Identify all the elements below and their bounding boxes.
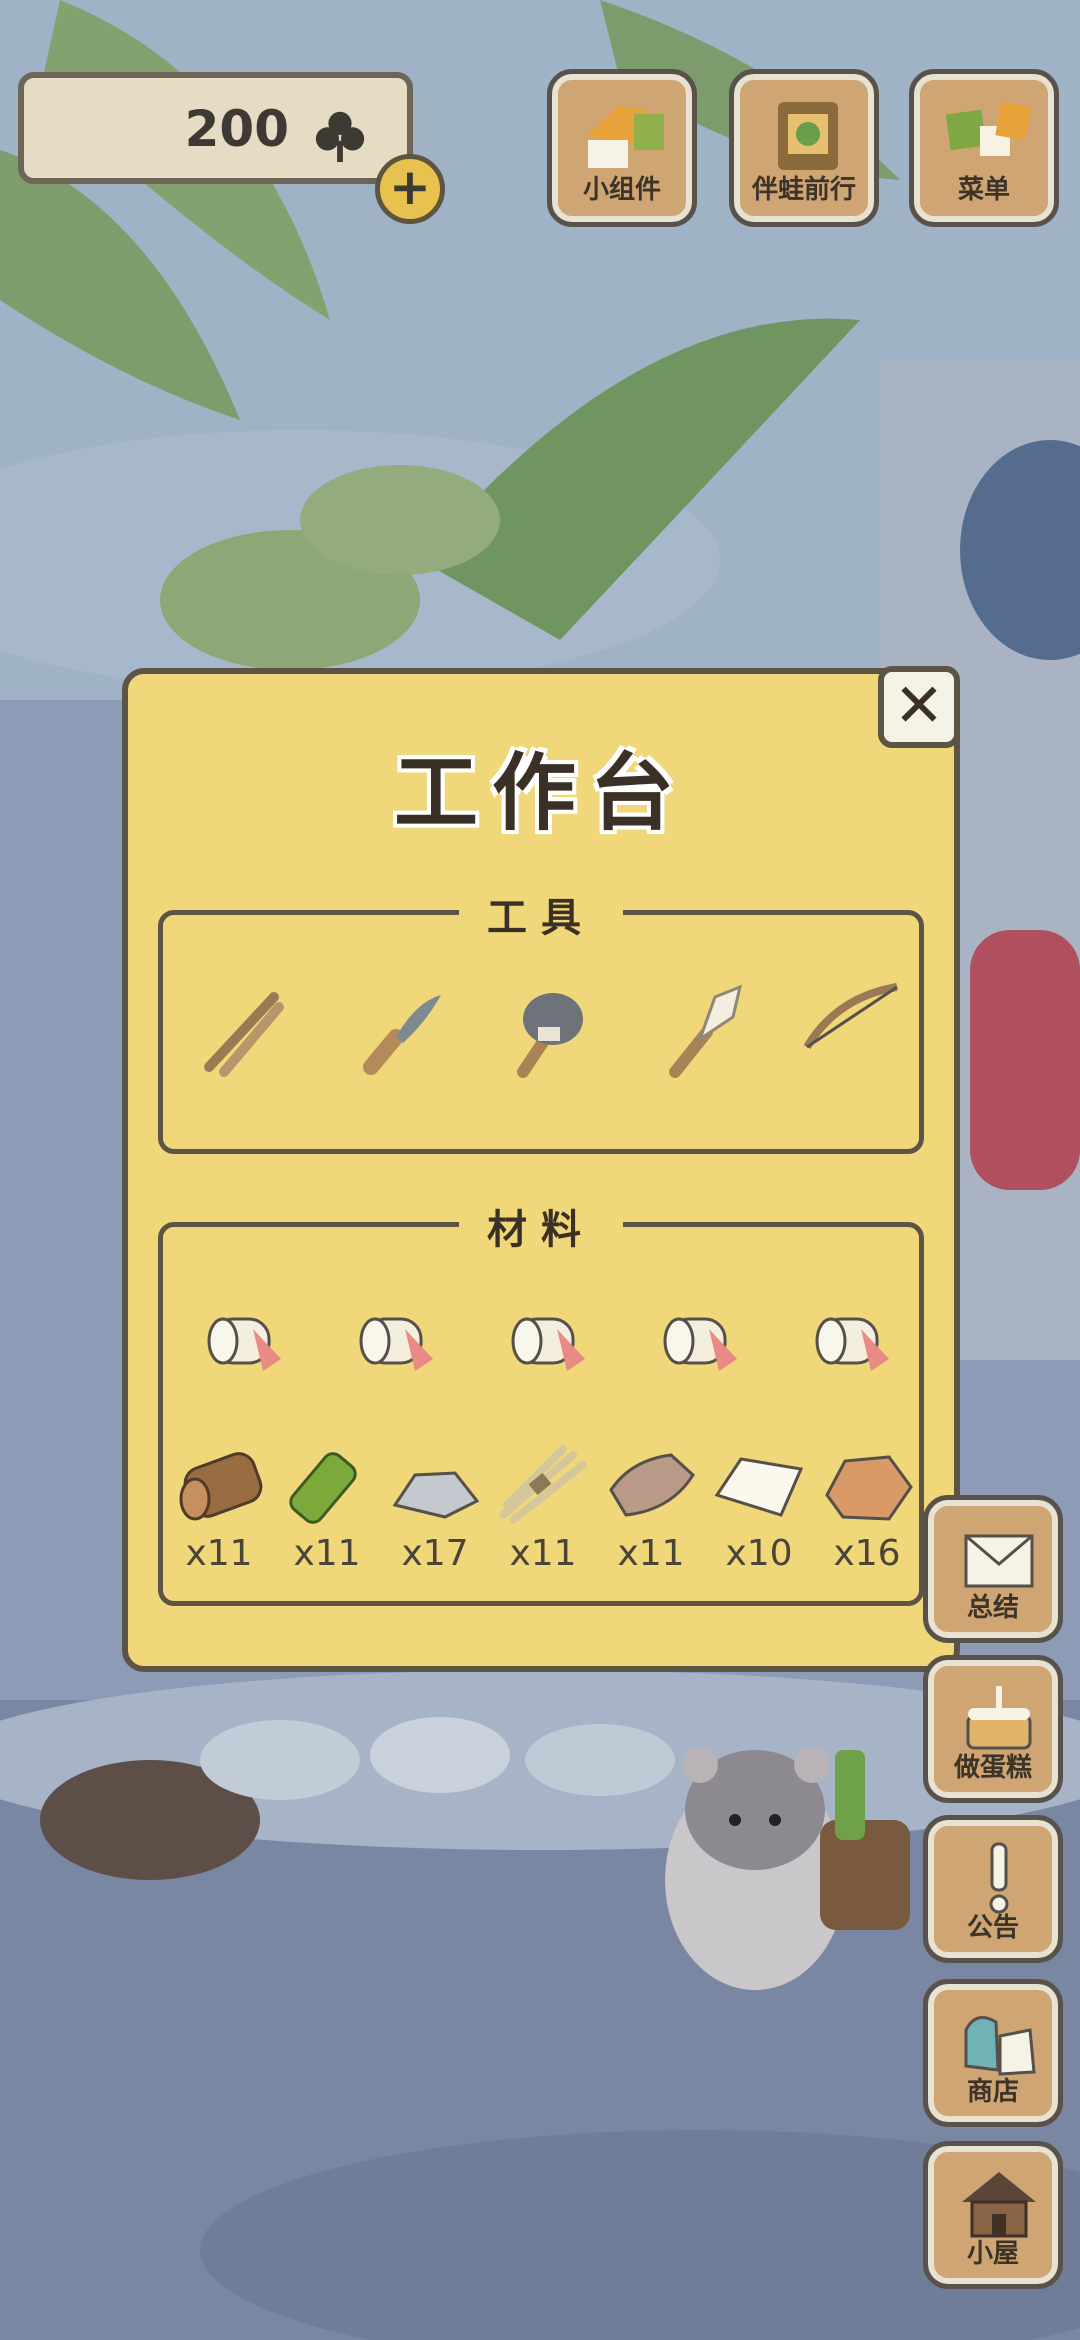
tools-panel: 工具 [158, 885, 924, 1154]
cloth-roll-icon[interactable] [345, 1289, 445, 1389]
brush-icon[interactable] [645, 977, 755, 1087]
widget-button[interactable]: 小组件 [547, 69, 697, 227]
leather-icon[interactable] [601, 1435, 701, 1535]
stone-qty: x17 [401, 1533, 469, 1574]
menu-icon [945, 101, 1031, 156]
notice-button[interactable]: 公告 [923, 1815, 1063, 1963]
currency-display: 200 [18, 72, 413, 184]
widget-label: 小组件 [582, 175, 661, 205]
stone-icon[interactable] [385, 1435, 485, 1535]
leather-qty: x11 [617, 1533, 685, 1574]
cloth-roll-icon[interactable] [497, 1289, 597, 1389]
wood-log-icon[interactable] [169, 1435, 269, 1535]
dialog-title: 工作台 [393, 744, 688, 842]
close-button[interactable]: ✕ [878, 666, 960, 748]
cloth-roll-icon[interactable] [649, 1289, 749, 1389]
straw-bundle-icon[interactable] [493, 1435, 593, 1535]
clay-icon[interactable] [817, 1435, 917, 1535]
frog-journey-button[interactable]: 伴蛙前行 [729, 69, 879, 227]
cabin-button[interactable]: 小屋 [923, 2141, 1063, 2289]
materials-panel: 材料 x11 x11 x17 x11 x11 x10 x16 [158, 1197, 924, 1606]
straw-bundle-qty: x11 [509, 1533, 577, 1574]
shop-button[interactable]: 商店 [923, 1979, 1063, 2127]
summary-button[interactable]: 总结 [923, 1495, 1063, 1643]
shears-icon[interactable] [189, 977, 299, 1087]
clover-icon [315, 111, 365, 163]
notice-label: 公告 [966, 1913, 1019, 1943]
materials-title: 材料 [459, 1197, 623, 1255]
stone-hammer-icon[interactable] [493, 977, 603, 1087]
frog-journey-label: 伴蛙前行 [751, 175, 856, 205]
currency-value: 200 [184, 100, 289, 158]
paper-qty: x10 [725, 1533, 793, 1574]
summary-label: 总结 [966, 1593, 1019, 1623]
frog-journey-icon [778, 102, 838, 170]
workbench-dialog: 工作台 工具 材料 x11 x11 x17 x11 x11 x10 x16 [122, 668, 960, 1672]
bamboo-icon[interactable] [277, 1435, 377, 1535]
widget-icon [586, 106, 664, 168]
add-currency-button[interactable]: + [375, 154, 445, 224]
menu-label: 菜单 [957, 175, 1010, 205]
clay-qty: x16 [833, 1533, 901, 1574]
shop-label: 商店 [966, 2077, 1019, 2107]
knife-icon[interactable] [341, 977, 451, 1087]
menu-button[interactable]: 菜单 [909, 69, 1059, 227]
cloth-roll-icon[interactable] [193, 1289, 293, 1389]
bow-saw-icon[interactable] [797, 977, 907, 1087]
cloth-roll-icon[interactable] [801, 1289, 901, 1389]
paper-icon[interactable] [709, 1435, 809, 1535]
wood-log-qty: x11 [185, 1533, 253, 1574]
make-cake-button[interactable]: 做蛋糕 [923, 1655, 1063, 1803]
tools-title: 工具 [459, 885, 623, 943]
cabin-label: 小屋 [966, 2239, 1019, 2269]
make-cake-label: 做蛋糕 [953, 1753, 1032, 1783]
bamboo-qty: x11 [293, 1533, 361, 1574]
